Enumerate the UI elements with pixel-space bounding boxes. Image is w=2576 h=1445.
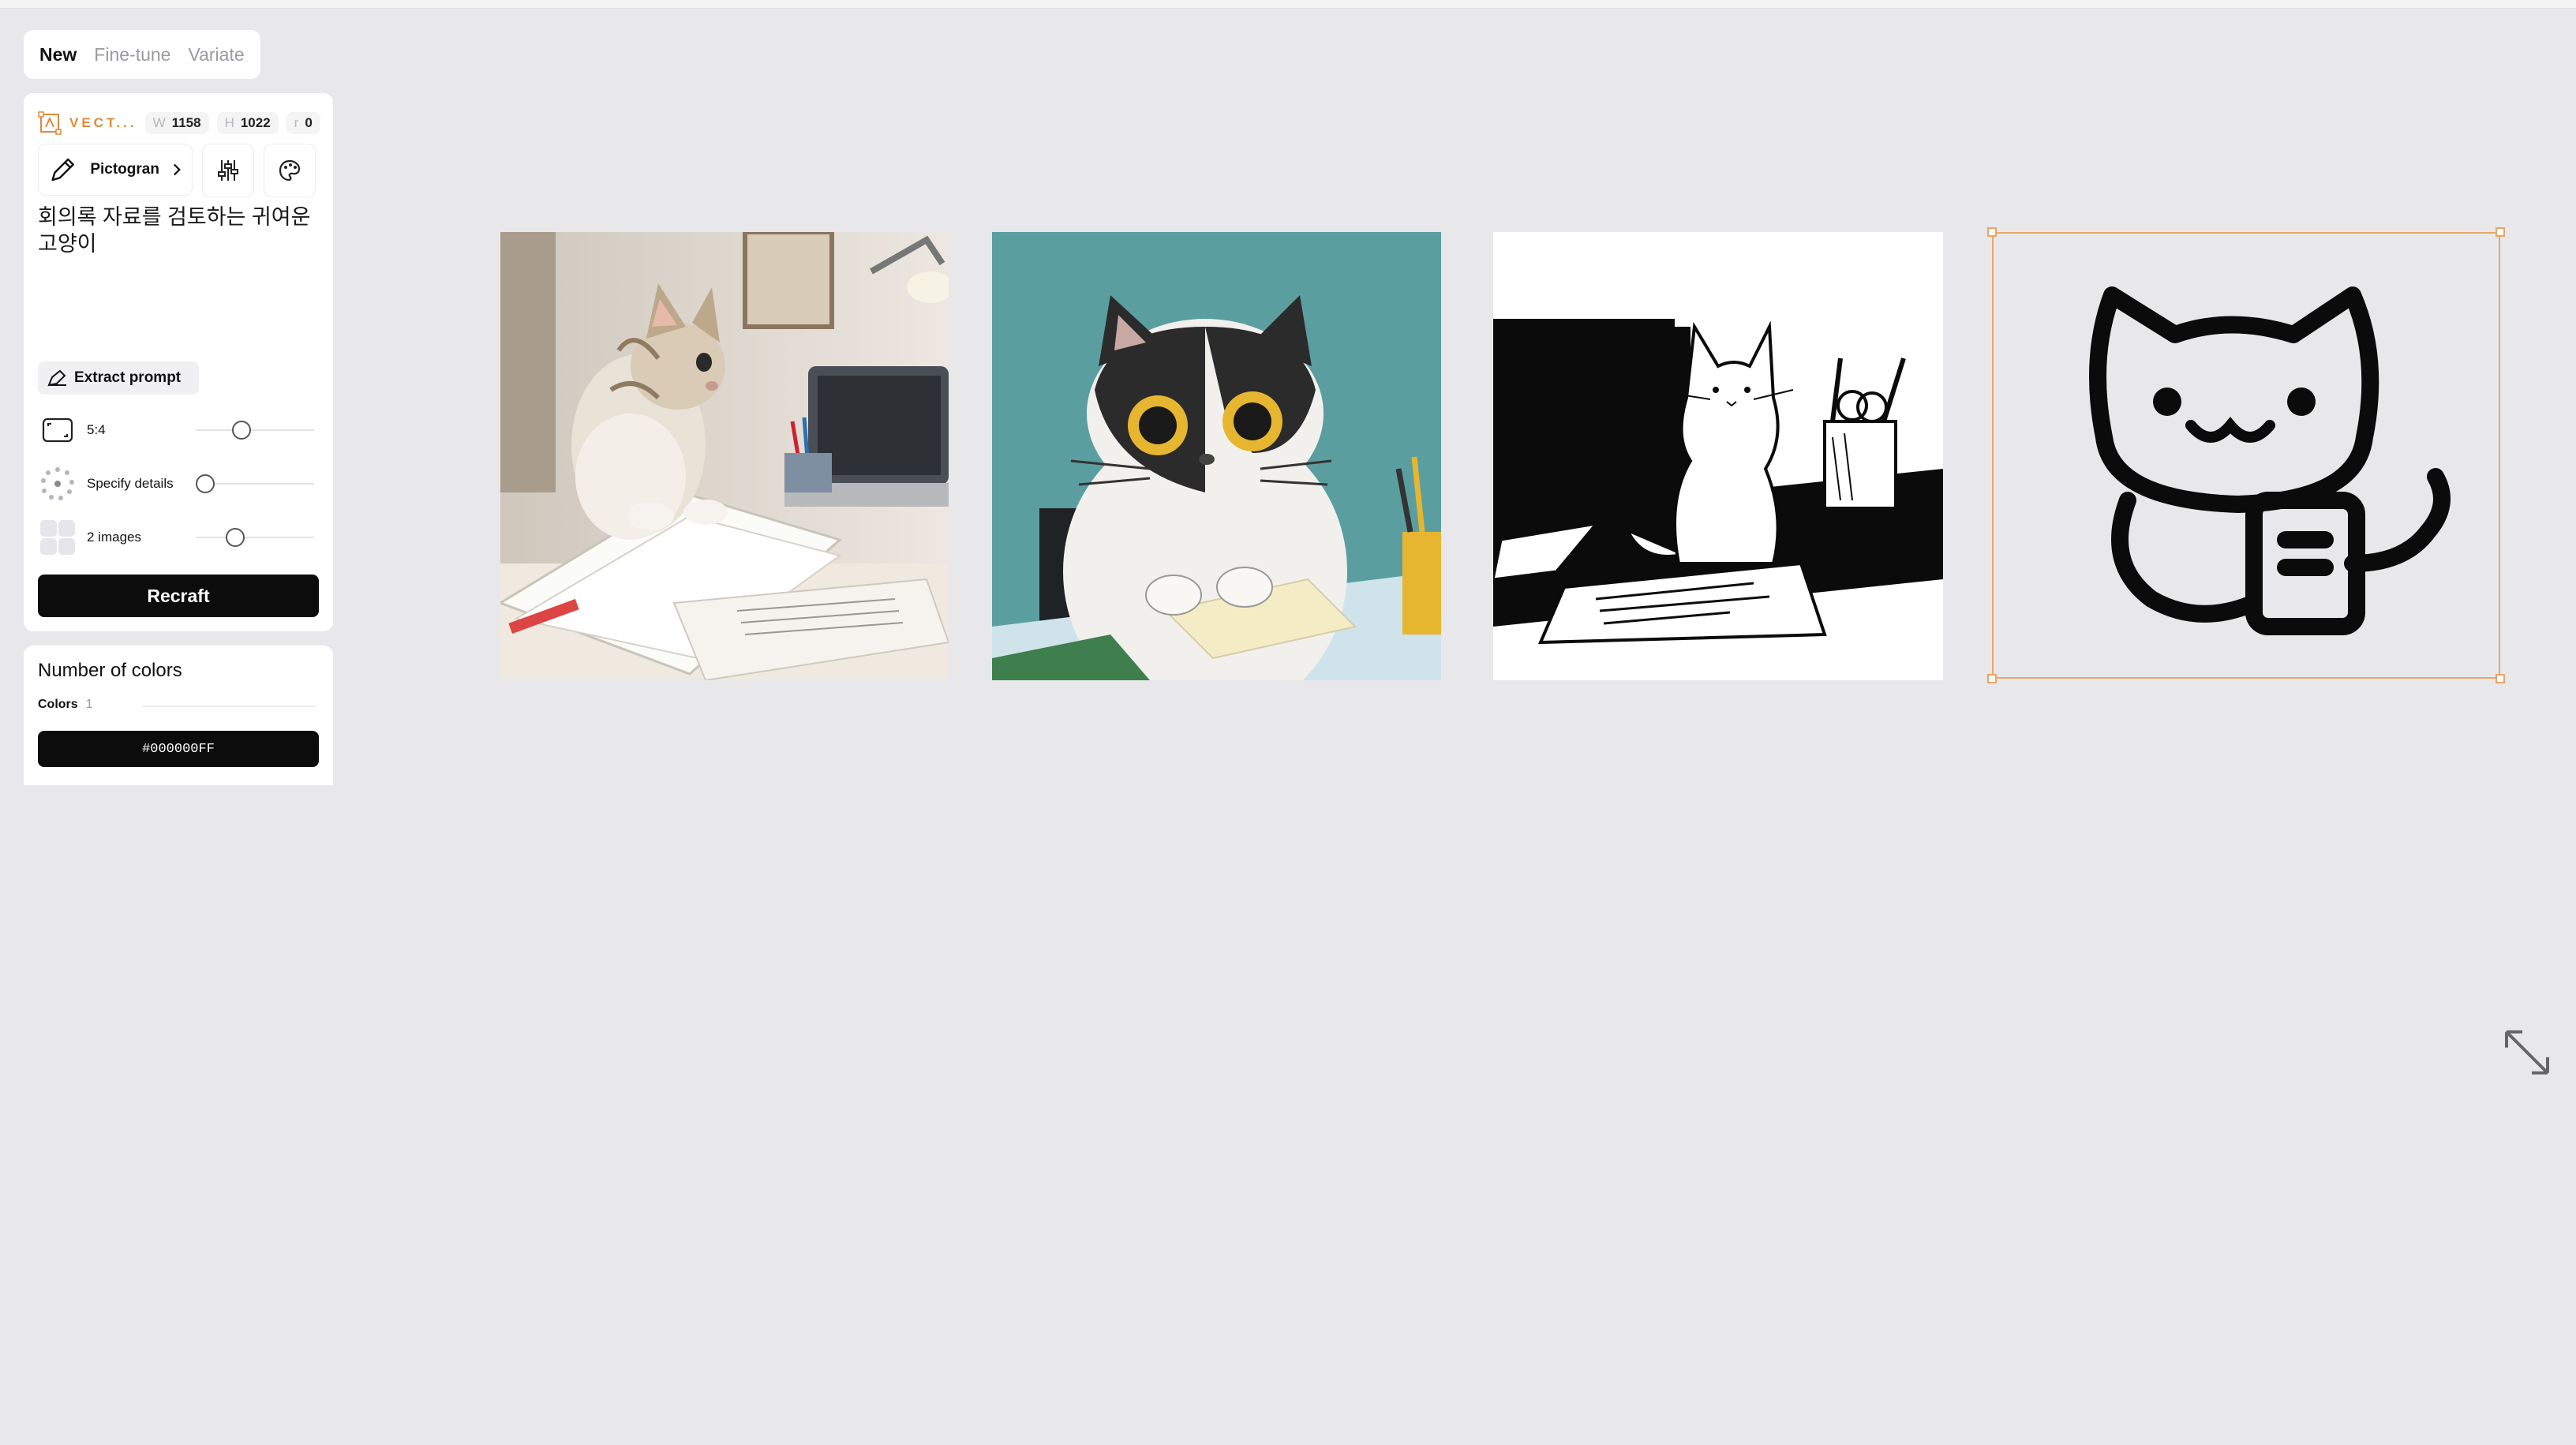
image-count-label: 2 images: [87, 530, 141, 545]
height-value: 1022: [240, 115, 271, 130]
width-key: W: [152, 115, 166, 130]
style-row: Pictogran: [38, 144, 316, 197]
image-count-icon[interactable]: [38, 518, 77, 557]
rotation-value: 0: [305, 115, 313, 130]
mode-tabs: New Fine-tune Variate: [24, 30, 260, 79]
colors-count: 1: [85, 698, 93, 711]
resize-cursor-icon: [2505, 1030, 2549, 1075]
settings-sliders-button[interactable]: [202, 144, 254, 197]
width-value: 1158: [171, 115, 201, 130]
vector-type-icon[interactable]: [38, 111, 62, 135]
top-bar: [0, 0, 2576, 9]
cat-lineart-image: [1493, 232, 1943, 680]
generated-image-illustration[interactable]: [992, 232, 1441, 680]
resize-handle-top-right[interactable]: [2496, 227, 2505, 237]
colors-title: Number of colors: [38, 660, 182, 681]
details-dots-icon[interactable]: [38, 464, 77, 504]
image-count-slider[interactable]: [196, 528, 314, 547]
recraft-button[interactable]: Recraft: [38, 575, 319, 617]
generated-image-lineart[interactable]: [1493, 232, 1943, 680]
image-count-knob[interactable]: [226, 528, 245, 547]
color-swatch-black[interactable]: #000000FF: [38, 731, 319, 767]
details-row: Specify details: [38, 464, 322, 504]
resize-handle-bottom-left[interactable]: [1987, 674, 1997, 683]
extract-brush-icon: [47, 369, 66, 387]
style-selector-button[interactable]: Pictogran: [38, 144, 193, 196]
prompt-input[interactable]: 회의록 자료를 검토하는 귀여운 고양이: [38, 204, 322, 257]
colors-key: Colors: [38, 698, 78, 711]
specify-details-label: Specify details: [87, 476, 174, 491]
rotation-field[interactable]: r 0: [286, 112, 320, 134]
aspect-ratio-slider[interactable]: [196, 421, 314, 440]
image-count-row: 2 images: [38, 518, 322, 557]
rotation-key: r: [294, 115, 299, 130]
width-field[interactable]: W 1158: [144, 112, 209, 134]
pencil-icon: [51, 158, 74, 182]
generation-panel: VECT... W 1158 H 1022 r 0 Pictogran 회의록 …: [24, 93, 333, 631]
aspect-ratio-row: 5:4: [38, 410, 322, 450]
height-key: H: [224, 115, 234, 130]
selection-frame[interactable]: [1992, 232, 2500, 679]
extract-prompt-label: Extract prompt: [74, 369, 182, 386]
aspect-ratio-knob[interactable]: [232, 421, 251, 440]
extract-prompt-button[interactable]: Extract prompt: [38, 361, 199, 395]
sliders-icon: [218, 160, 238, 181]
kitten-photo-image: [500, 232, 949, 680]
tab-variate[interactable]: Variate: [188, 44, 244, 66]
aspect-ratio-icon[interactable]: [38, 410, 77, 450]
height-field[interactable]: H 1022: [216, 112, 279, 134]
dimensions-row: VECT... W 1158 H 1022 r 0: [38, 109, 320, 137]
colors-slider[interactable]: [142, 706, 316, 707]
aspect-ratio-label: 5:4: [87, 422, 106, 437]
tab-new[interactable]: New: [39, 44, 77, 66]
cat-illustration-image: [992, 232, 1441, 680]
details-knob[interactable]: [196, 474, 215, 493]
image-type-label[interactable]: VECT...: [69, 115, 137, 131]
palette-button[interactable]: [264, 144, 316, 197]
details-slider[interactable]: [196, 474, 314, 493]
tab-fine-tune[interactable]: Fine-tune: [94, 44, 170, 66]
resize-handle-top-left[interactable]: [1987, 227, 1997, 237]
colors-panel: Number of colors Colors 1 #000000FF: [24, 646, 333, 785]
style-name: Pictogran: [90, 161, 159, 178]
chevron-right-icon: [173, 163, 181, 176]
generated-image-photo[interactable]: [500, 232, 949, 680]
palette-icon: [279, 159, 301, 182]
colors-control[interactable]: Colors 1: [38, 698, 93, 712]
